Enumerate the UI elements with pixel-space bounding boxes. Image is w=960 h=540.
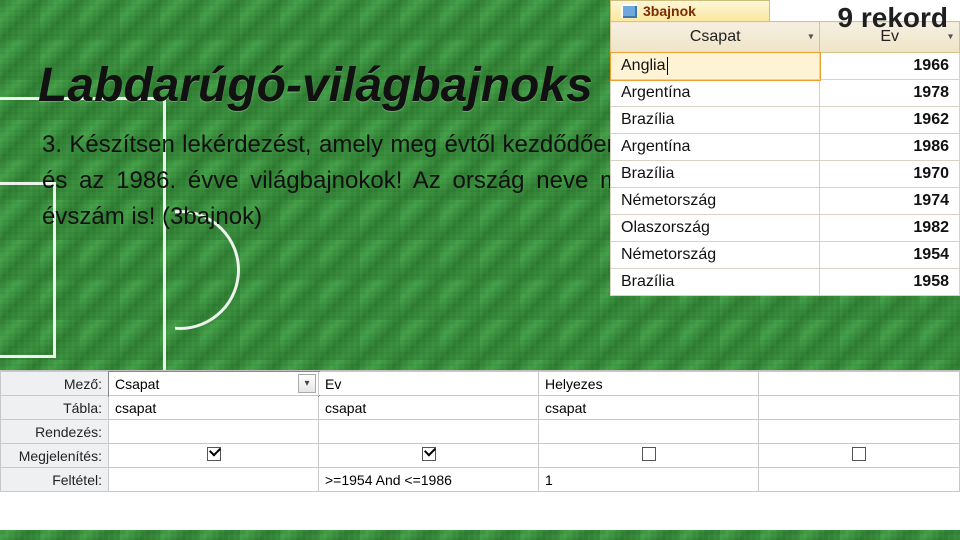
design-cell[interactable]: Csapat▾ <box>109 372 319 396</box>
design-cell[interactable] <box>109 468 319 492</box>
design-cell[interactable]: csapat <box>539 396 759 420</box>
design-cell-empty[interactable] <box>759 396 960 420</box>
table-row[interactable]: Argentína1978 <box>611 80 960 107</box>
design-cell[interactable] <box>539 444 759 468</box>
cell-csapat[interactable]: Olaszország <box>611 215 820 242</box>
design-cell[interactable]: >=1954 And <=1986 <box>319 468 539 492</box>
design-row-label: Megjelenítés: <box>1 444 109 468</box>
cell-csapat[interactable]: Brazília <box>611 161 820 188</box>
text-cursor <box>667 57 668 75</box>
cell-csapat[interactable]: Brazília <box>611 107 820 134</box>
page-title: Labdarúgó-világbajnoks <box>38 58 620 113</box>
record-count: 9 rekord <box>838 2 949 34</box>
field-combo-button[interactable]: ▾ <box>298 374 316 393</box>
cell-csapat[interactable]: Argentína <box>611 80 820 107</box>
table-row[interactable]: Brazília1962 <box>611 107 960 134</box>
cell-ev[interactable]: 1982 <box>820 215 960 242</box>
table-row[interactable]: Olaszország1982 <box>611 215 960 242</box>
filter-dropdown-icon[interactable]: ▾ <box>808 32 813 43</box>
cell-csapat[interactable]: Argentína <box>611 134 820 161</box>
design-cell-empty[interactable] <box>759 468 960 492</box>
table-row[interactable]: Németország1954 <box>611 242 960 269</box>
datasheet-icon <box>621 4 637 18</box>
design-cell[interactable] <box>109 444 319 468</box>
cell-csapat[interactable]: Brazília <box>611 269 820 296</box>
design-row-label: Feltétel: <box>1 468 109 492</box>
col-header-label: Csapat <box>690 28 741 45</box>
design-cell[interactable]: Helyezes <box>539 372 759 396</box>
design-row-label: Rendezés: <box>1 420 109 444</box>
query-tab[interactable]: 3bajnok <box>610 0 770 21</box>
design-cell[interactable] <box>539 420 759 444</box>
show-checkbox[interactable] <box>422 447 436 461</box>
design-row-label: Mező: <box>1 372 109 396</box>
cell-ev[interactable]: 1962 <box>820 107 960 134</box>
result-datasheet: 3bajnok Csapat ▾ Ev ▾ Anglia1966Argentín… <box>610 0 960 296</box>
design-row-label: Tábla: <box>1 396 109 420</box>
cell-csapat[interactable]: Anglia <box>611 53 820 80</box>
design-cell[interactable] <box>319 444 539 468</box>
design-cell-empty[interactable] <box>759 420 960 444</box>
slide-content: Labdarúgó-világbajnoks 3. Készítsen leké… <box>38 58 620 235</box>
design-cell[interactable]: csapat <box>109 396 319 420</box>
query-tab-label: 3bajnok <box>643 3 696 19</box>
table-row[interactable]: Brazília1970 <box>611 161 960 188</box>
filter-dropdown-icon[interactable]: ▾ <box>948 32 953 43</box>
cell-csapat[interactable]: Németország <box>611 188 820 215</box>
cell-csapat[interactable]: Németország <box>611 242 820 269</box>
table-row[interactable]: Németország1974 <box>611 188 960 215</box>
show-checkbox[interactable] <box>207 447 221 461</box>
cell-ev[interactable]: 1966 <box>820 53 960 80</box>
design-cell[interactable]: csapat <box>319 396 539 420</box>
design-cell-empty[interactable] <box>759 444 960 468</box>
cell-ev[interactable]: 1970 <box>820 161 960 188</box>
query-design-grid: Mező:Csapat▾EvHelyezesTábla:csapatcsapat… <box>0 370 960 530</box>
cell-ev[interactable]: 1958 <box>820 269 960 296</box>
col-header-csapat[interactable]: Csapat ▾ <box>611 22 820 53</box>
table-row[interactable]: Argentína1986 <box>611 134 960 161</box>
design-cell[interactable] <box>319 420 539 444</box>
design-cell[interactable]: 1 <box>539 468 759 492</box>
task-text: 3. Készítsen lekérdezést, amely meg évtő… <box>38 127 620 235</box>
cell-ev[interactable]: 1978 <box>820 80 960 107</box>
show-checkbox[interactable] <box>852 447 866 461</box>
design-cell-empty[interactable] <box>759 372 960 396</box>
cell-ev[interactable]: 1974 <box>820 188 960 215</box>
table-row[interactable]: Brazília1958 <box>611 269 960 296</box>
show-checkbox[interactable] <box>642 447 656 461</box>
cell-ev[interactable]: 1986 <box>820 134 960 161</box>
table-row[interactable]: Anglia1966 <box>611 53 960 80</box>
cell-ev[interactable]: 1954 <box>820 242 960 269</box>
design-cell[interactable]: Ev <box>319 372 539 396</box>
design-cell[interactable] <box>109 420 319 444</box>
